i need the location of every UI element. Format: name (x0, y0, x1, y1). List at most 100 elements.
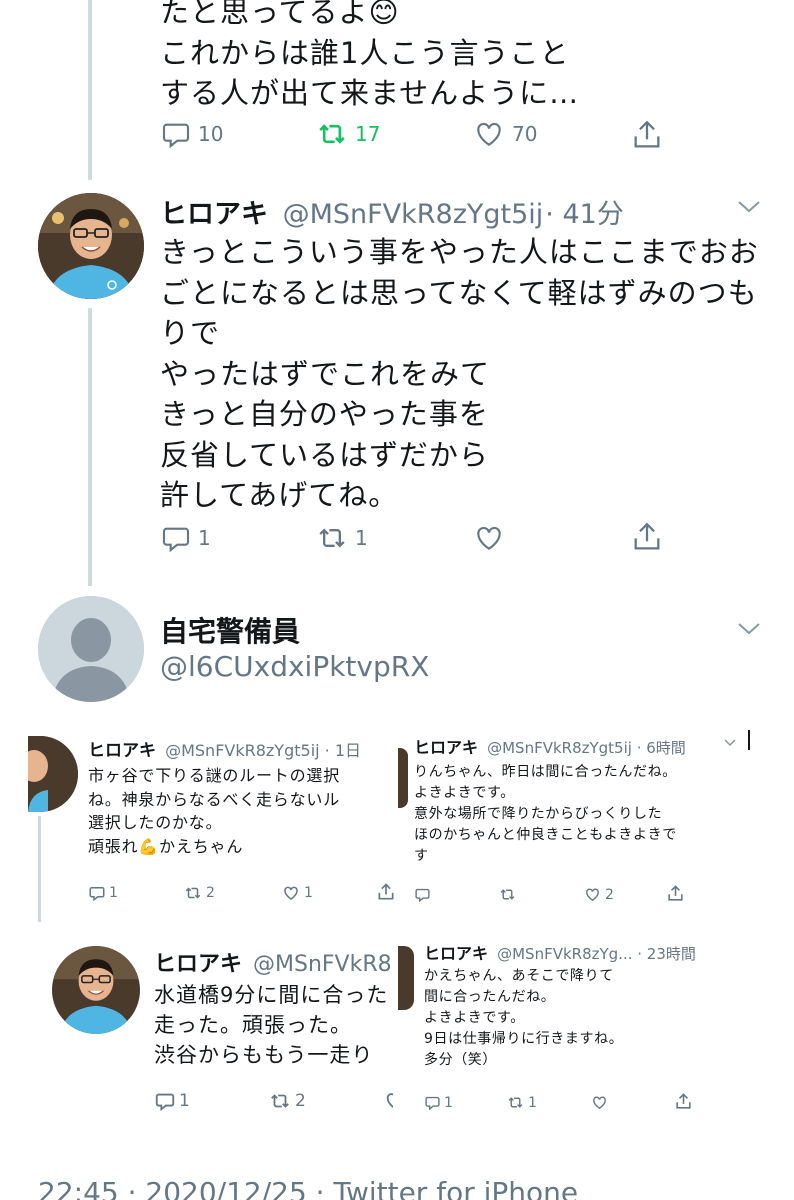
tweet2-text: きっとこういう事をやった人はここまでおお ごとになるとは思ってなくて軽はずみのつ… (160, 232, 780, 516)
tweet-line: これからは誰1人こう言うこと (160, 35, 570, 70)
avatar (52, 946, 140, 1034)
heart-icon (284, 886, 298, 900)
tweet-line: ほのかちゃんと仲良きこともよきよきで (414, 827, 677, 843)
reply-button: 1 (88, 884, 118, 902)
tweet-line: 市ヶ谷で下りる謎のルートの選択 (88, 766, 341, 785)
tweet-line: よきよきです。 (414, 785, 515, 801)
retweet-icon (319, 124, 345, 144)
chevron-down-icon[interactable] (736, 620, 762, 638)
tweet-time[interactable]: · 41分 (545, 199, 624, 230)
retweet-icon (319, 528, 345, 548)
share-button (674, 1092, 693, 1111)
tweet-header: ヒロアキ @MSnFVkR8 (154, 946, 392, 978)
person-photo (52, 946, 140, 1034)
tweet-line: ごとになるとは思ってなくて軽はずみのつも (160, 275, 758, 310)
reply-count: 1 (109, 885, 118, 901)
reply-button[interactable]: 1 (160, 522, 211, 554)
retweet-count: 2 (206, 885, 215, 901)
like-count: 1 (304, 885, 313, 901)
display-name: ヒロアキ (424, 944, 489, 963)
retweet-count: 2 (295, 1091, 306, 1111)
avatar[interactable] (38, 193, 144, 299)
tweet-line: 意外な場所で降りたからびっくりした (414, 806, 663, 822)
reply-icon (162, 527, 190, 553)
heart-icon (593, 1096, 606, 1110)
heart-icon (477, 526, 501, 550)
chevron-down-icon[interactable] (736, 198, 762, 216)
like-button (590, 1094, 609, 1111)
tweet-line: 走った。頑張った。 (154, 1013, 352, 1037)
share-icon (634, 120, 660, 148)
thread-line (88, 308, 92, 586)
thread-line (38, 816, 41, 922)
tweet-header: ヒロアキ @MSnFVkR8zYg... · 23時間 (424, 940, 696, 964)
tweet-line: 反省しているはずだから (160, 437, 489, 472)
share-button[interactable] (630, 520, 664, 554)
user-handle: @MSnFVkR8zYgt5ij · 1日 (165, 741, 362, 760)
tweet-line: 渋谷からももう一走り (154, 1043, 374, 1067)
display-name[interactable]: 自宅警備員 (160, 610, 300, 650)
display-name: ヒロアキ (154, 952, 243, 977)
share-button[interactable] (630, 118, 664, 152)
display-name: ヒロアキ (88, 741, 156, 761)
display-name[interactable]: ヒロアキ (160, 199, 268, 230)
tweet-text: りんちゃん、昨日は間に合ったんだね。 よきよきです。 意外な場所で降りたからびっ… (414, 762, 677, 867)
chevron-down-icon (724, 739, 736, 747)
share-button (666, 884, 685, 903)
reply-icon (155, 1093, 175, 1112)
avatar (398, 748, 408, 808)
tweet-header: ヒロアキ @MSnFVkR8zYgt5ij· 41分 (160, 192, 624, 231)
retweet-count: 17 (355, 122, 381, 146)
tweet1-text: たと思ってるよ😊 これからは誰1人こう言うこと する人が出て来ませんように… (160, 0, 579, 114)
reply-count: 1 (179, 1091, 190, 1111)
tweet-line: 水道橋9分に間に合った (154, 983, 389, 1007)
share-button (376, 882, 396, 902)
avatar (28, 736, 78, 812)
tweet-timestamp: 22:45 · 2020/12/25 · Twitter for iPhone (38, 1176, 579, 1200)
heart-icon (586, 888, 599, 902)
share-icon (378, 883, 394, 900)
tweet-line: 頑張れ💪かえちゃん (88, 836, 244, 856)
share-icon (634, 522, 660, 550)
like-button[interactable]: 70 (472, 118, 537, 150)
like-button (384, 1090, 393, 1112)
reply-icon (415, 888, 430, 903)
share-icon (676, 1093, 691, 1109)
heart-icon (477, 122, 501, 146)
display-name: ヒロアキ (414, 738, 479, 757)
tweet-line: りんちゃん、昨日は間に合ったんだね。 (414, 764, 677, 780)
user-handle[interactable]: @l6CUxdxiPktvpRX (160, 650, 429, 683)
like-button[interactable] (472, 522, 506, 554)
person-photo (38, 193, 144, 299)
tweet-line: 許してあげてね。 (160, 478, 399, 512)
like-button: 2 (583, 886, 614, 903)
reply-count: 1 (444, 1094, 453, 1111)
tweet-text: 市ヶ谷で下りる謎のルートの選択 ね。神泉からなるべく走らないル 選択したのかな。… (88, 764, 340, 858)
tweet-line: 間に合ったんだね。 (424, 989, 556, 1005)
retweet-button (498, 886, 517, 903)
tweet-line: きっとこういう事をやった人はここまでおお (160, 235, 759, 269)
retweet-count: 1 (355, 526, 368, 550)
divider (748, 730, 750, 750)
reply-button: 1 (424, 1094, 453, 1111)
reply-button: 1 (154, 1090, 190, 1112)
retweet-count: 1 (528, 1094, 537, 1111)
embedded-screenshot-4: ヒロアキ @MSnFVkR8zYg... · 23時間 かえちゃん、あそこで降り… (398, 936, 758, 1126)
tweet-line: ね。神泉からなるべく走らないル (88, 789, 341, 809)
tweet-line: かえちゃん、あそこで降りて (424, 968, 614, 984)
user-handle[interactable]: @MSnFVkR8zYgt5ij (283, 199, 544, 230)
share-icon (668, 885, 683, 901)
retweet-button[interactable]: 17 (315, 118, 380, 150)
heart-icon (386, 1093, 393, 1109)
avatar[interactable] (38, 596, 144, 702)
tweet-line: やったはずでこれをみて (160, 356, 491, 391)
user-handle: @MSnFVkR8zYgt5ij · 6時間 (487, 739, 686, 757)
tweet-line: りで (160, 316, 221, 350)
avatar (398, 946, 414, 1010)
retweet-button[interactable]: 1 (315, 522, 368, 554)
tweet-header: ヒロアキ @MSnFVkR8zYgt5ij · 6時間 (414, 734, 686, 758)
default-avatar-icon (38, 596, 144, 702)
reply-button[interactable]: 10 (160, 118, 223, 150)
retweet-button: 2 (183, 884, 215, 902)
tweet-text: かえちゃん、あそこで降りて 間に合ったんだね。 よきよきです。 9日は仕事帰りに… (424, 966, 623, 1071)
